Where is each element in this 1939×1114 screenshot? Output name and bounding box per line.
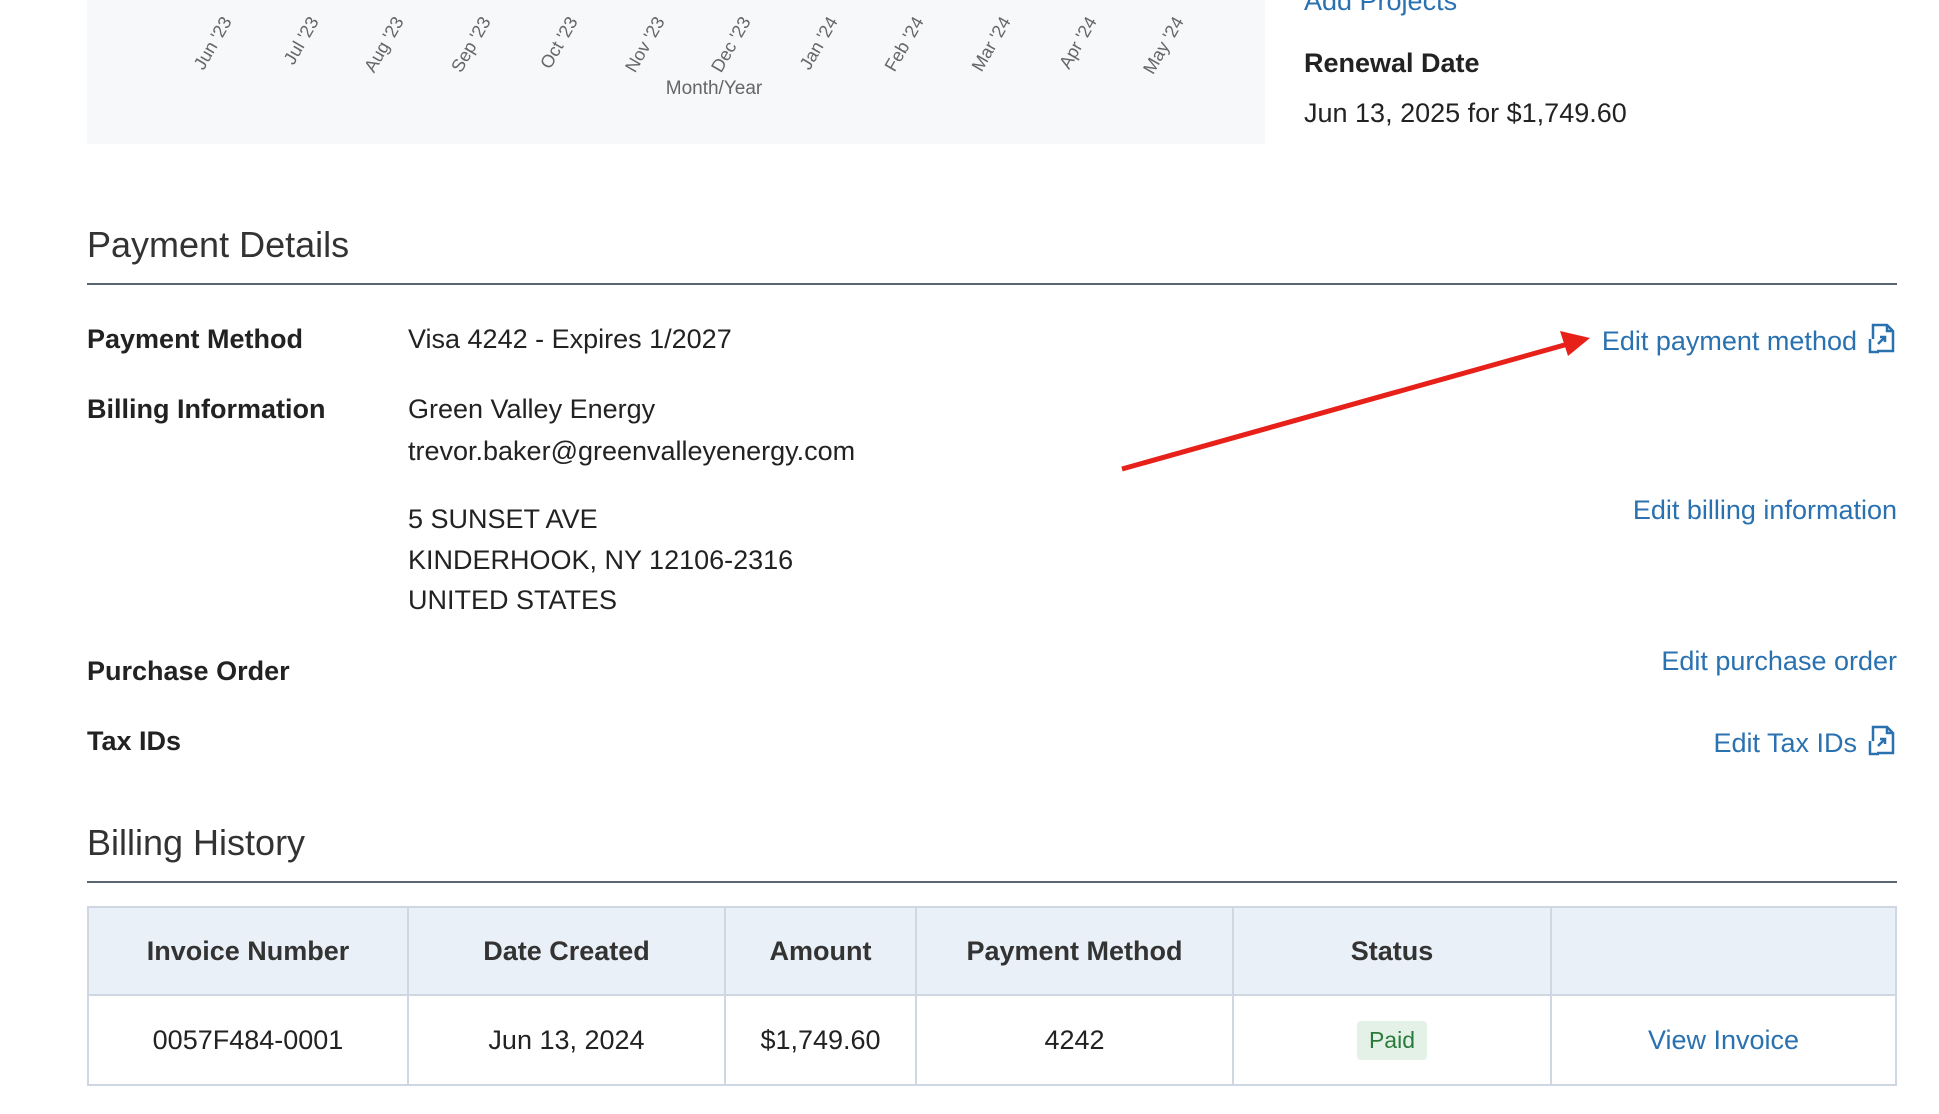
edit-tax-ids-link[interactable]: Edit Tax IDs [1713,724,1897,763]
amount-cell: $1,749.60 [724,994,917,1086]
payment-method-label: Payment Method [87,324,304,354]
chart-x-tick-label: Dec '23 [707,13,755,76]
column-header-date-created: Date Created [407,906,726,996]
column-header-status: Status [1232,906,1552,996]
chart-x-tick-label: Mar '24 [967,13,1015,75]
chart-x-tick-label: Oct '23 [536,13,582,73]
add-projects-link[interactable]: Add Projects [1304,0,1457,17]
chart-x-tick-label: Aug '23 [360,13,408,76]
chart-x-axis-label: Month/Year [665,78,763,99]
column-header-actions [1550,906,1897,996]
edit-purchase-order-label: Edit purchase order [1661,646,1897,676]
address-line-3: UNITED STATES [408,585,618,615]
external-link-icon [1867,724,1897,763]
edit-purchase-order-link[interactable]: Edit purchase order [1661,646,1897,677]
address-line-2: KINDERHOOK, NY 12106-2316 [408,545,794,575]
billing-history-title: Billing History [87,822,306,863]
status-badge: Paid [1356,1020,1428,1060]
billing-email: trevor.baker@greenvalleyenergy.com [408,436,856,466]
chart-x-tick-label: Apr '24 [1055,13,1101,73]
column-header-payment-method: Payment Method [915,906,1234,996]
tax-ids-label: Tax IDs [87,726,182,756]
usage-chart: Jun '23 Jul '23 Aug '23 Sep '23 Oct '23 Nov '… [87,0,1265,144]
chart-x-tick-label: May '24 [1138,13,1188,78]
action-cell: View Invoice [1550,994,1897,1086]
table-row: 0057F484-0001 Jun 13, 2024 $1,749.60 424… [87,994,1897,1086]
edit-billing-information-link[interactable]: Edit billing information [1633,495,1897,526]
payment-method-cell: 4242 [915,994,1234,1086]
edit-payment-method-link[interactable]: Edit payment method [1602,322,1897,361]
billing-company: Green Valley Energy [408,394,656,424]
chart-x-tick-label: Nov '23 [620,13,669,76]
payment-method-value: Visa 4242 - Expires 1/2027 [408,324,732,354]
column-header-amount: Amount [724,906,917,996]
edit-billing-information-label: Edit billing information [1632,495,1897,525]
payment-details-title: Payment Details [87,224,350,265]
chart-x-tick-label: Sep '23 [446,13,495,76]
chart-x-tick-label: Jul '23 [279,13,323,68]
status-cell: Paid [1232,994,1552,1086]
chart-x-tick-label: Jun '23 [189,13,236,74]
billing-information-label: Billing Information [87,394,326,424]
external-link-icon [1867,322,1897,361]
view-invoice-link[interactable]: View Invoice [1648,1025,1799,1055]
address-line-1: 5 SUNSET AVE [408,504,598,534]
edit-tax-ids-label: Edit Tax IDs [1713,728,1857,758]
column-header-invoice-number: Invoice Number [87,906,409,996]
date-created-cell: Jun 13, 2024 [407,994,726,1086]
renewal-date-value: Jun 13, 2025 for $1,749.60 [1304,98,1627,128]
table-header-row: Invoice Number Date Created Amount Payme… [87,906,1897,996]
payment-details-divider [87,283,1897,285]
billing-history-table: Invoice Number Date Created Amount Payme… [87,906,1897,1086]
purchase-order-label: Purchase Order [87,656,290,686]
edit-payment-method-label: Edit payment method [1601,326,1857,356]
chart-x-tick-label: Jan '24 [795,13,842,74]
renewal-date-label: Renewal Date [1304,48,1480,78]
billing-history-divider [87,881,1897,883]
invoice-number-cell: 0057F484-0001 [87,994,409,1086]
chart-x-tick-label: Feb '24 [880,13,928,75]
